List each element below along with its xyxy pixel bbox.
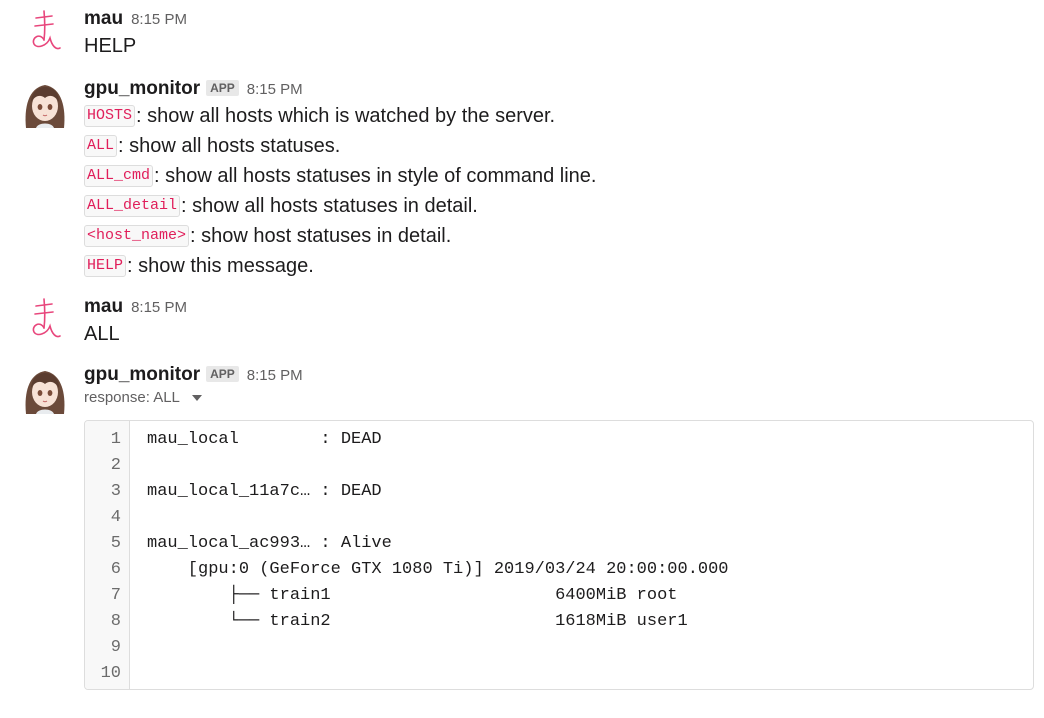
help-description: : show host statuses in detail.	[190, 225, 452, 247]
line-number: 2	[110, 456, 121, 475]
anime-girl-avatar-icon	[20, 78, 70, 128]
help-description: : show all hosts statuses.	[118, 135, 341, 157]
inline-code: ALL_detail	[84, 195, 181, 217]
timestamp[interactable]: 8:15 PM	[131, 11, 187, 28]
inline-code: HOSTS	[84, 105, 136, 127]
inline-code: ALL_cmd	[84, 165, 154, 187]
line-number: 3	[110, 482, 121, 501]
help-line: ALL_cmd : show all hosts statuses in sty…	[84, 161, 596, 191]
help-line: ALL_detail : show all hosts statuses in …	[84, 191, 596, 221]
snippet-title-label: response: ALL	[84, 389, 180, 406]
anime-girl-avatar-icon	[20, 364, 70, 414]
avatar-gpu-monitor[interactable]	[20, 78, 70, 128]
snippet-title[interactable]: response: ALL	[84, 389, 202, 406]
message-text: HOSTS : show all hosts which is watched …	[84, 101, 596, 281]
message-meta: mau 8:15 PM	[84, 296, 187, 320]
help-line: ALL : show all hosts statuses.	[84, 131, 596, 161]
message-meta: mau 8:15 PM	[84, 8, 187, 32]
author-name[interactable]: gpu_monitor	[84, 78, 200, 100]
line-number-gutter: 1 2 3 4 5 6 7 8 9 10	[85, 421, 130, 689]
app-badge: APP	[206, 80, 239, 96]
help-line: HOSTS : show all hosts which is watched …	[84, 101, 596, 131]
timestamp[interactable]: 8:15 PM	[247, 81, 303, 98]
avatar-mau[interactable]	[20, 8, 70, 58]
line-number: 7	[110, 586, 121, 605]
hiragana-ma-avatar-icon	[32, 298, 61, 338]
message-text: ALL	[84, 323, 120, 345]
message-meta: gpu_monitor APP 8:15 PM	[84, 364, 303, 388]
snippet-code: mau_local : DEAD mau_local_11a7c… : DEAD…	[147, 427, 729, 687]
message-text: HELP	[84, 35, 137, 57]
message-meta: gpu_monitor APP 8:15 PM	[84, 78, 303, 102]
line-number: 1	[110, 430, 121, 449]
code-line: mau_local : DEAD	[147, 430, 382, 449]
code-line: mau_local_ac993… : Alive	[147, 534, 392, 553]
avatar-gpu-monitor[interactable]	[20, 364, 70, 414]
line-number: 8	[110, 612, 121, 631]
help-line: <host_name> : show host statuses in deta…	[84, 221, 596, 251]
avatar-mau[interactable]	[20, 296, 70, 346]
author-name[interactable]: gpu_monitor	[84, 364, 200, 386]
chevron-down-icon[interactable]	[191, 394, 202, 401]
line-number: 6	[110, 560, 121, 579]
hiragana-ma-avatar-icon	[32, 10, 61, 50]
code-line: ├── train1 6400MiB root	[147, 586, 678, 605]
author-name[interactable]: mau	[84, 8, 123, 30]
code-line: └── train2 1618MiB user1	[147, 612, 688, 631]
inline-code: ALL	[84, 135, 118, 157]
inline-code: <host_name>	[84, 225, 190, 247]
help-description: : show this message.	[127, 255, 314, 277]
inline-code: HELP	[84, 255, 127, 277]
code-line: mau_local_11a7c… : DEAD	[147, 482, 382, 501]
code-line: [gpu:0 (GeForce GTX 1080 Ti)] 2019/03/24…	[147, 560, 729, 579]
help-line: HELP : show this message.	[84, 251, 596, 281]
line-number: 9	[110, 638, 121, 657]
code-snippet[interactable]: 1 2 3 4 5 6 7 8 9 10 mau_local : DEAD ma…	[84, 420, 1034, 690]
timestamp[interactable]: 8:15 PM	[131, 299, 187, 316]
line-number: 4	[110, 508, 121, 527]
line-number: 5	[110, 534, 121, 553]
line-number: 10	[100, 664, 121, 683]
timestamp[interactable]: 8:15 PM	[247, 367, 303, 384]
help-description: : show all hosts statuses in detail.	[181, 195, 478, 217]
author-name[interactable]: mau	[84, 296, 123, 318]
help-description: : show all hosts which is watched by the…	[136, 105, 556, 127]
help-description: : show all hosts statuses in style of co…	[154, 165, 597, 187]
app-badge: APP	[206, 366, 239, 382]
